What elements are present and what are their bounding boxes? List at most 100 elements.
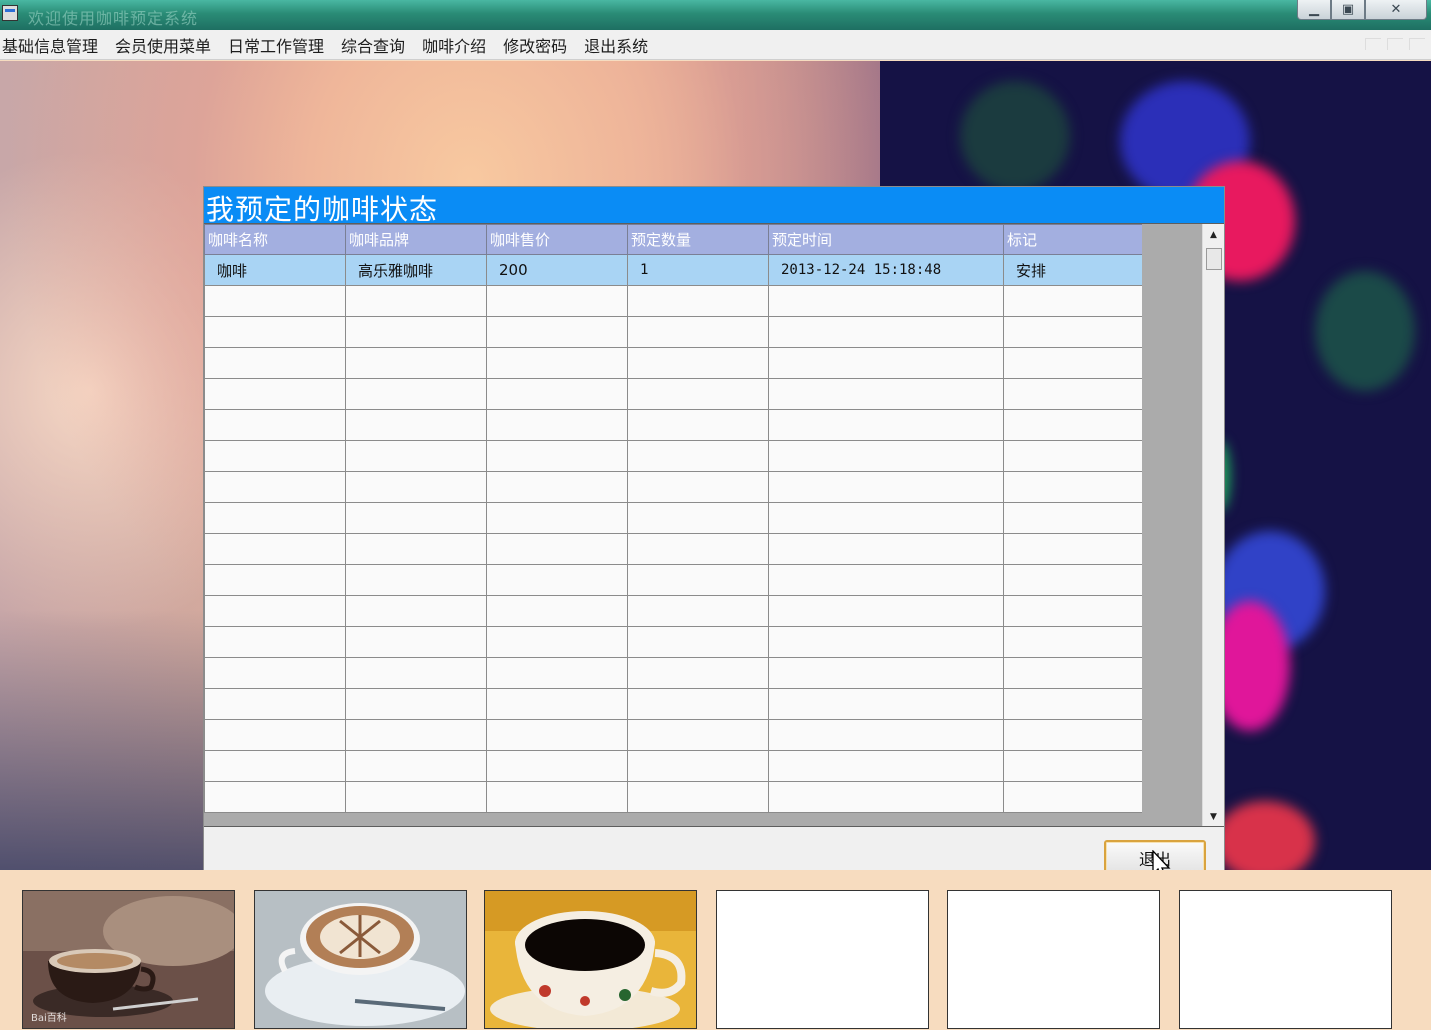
table-cell-empty[interactable] — [345, 719, 487, 751]
table-cell-empty[interactable] — [204, 626, 346, 658]
table-cell-empty[interactable] — [204, 781, 346, 813]
table-cell-empty[interactable] — [345, 781, 487, 813]
table-cell-empty[interactable] — [204, 719, 346, 751]
reservation-grid[interactable]: 咖啡名称 咖啡品牌 咖啡售价 预定数量 预定时间 标记 咖啡 高乐雅咖啡 200… — [204, 223, 1224, 827]
cell-mark[interactable]: 安排 — [1003, 254, 1143, 286]
table-cell-empty[interactable] — [345, 409, 487, 441]
column-header-brand[interactable]: 咖啡品牌 — [345, 224, 487, 255]
table-cell-empty[interactable] — [486, 440, 628, 472]
table-cell-empty[interactable] — [1003, 564, 1143, 596]
latte-art-photo[interactable] — [254, 890, 467, 1029]
table-cell-empty[interactable] — [627, 409, 769, 441]
column-header-price[interactable]: 咖啡售价 — [486, 224, 628, 255]
coffee-cup-photo[interactable]: Bai百科 — [22, 890, 235, 1029]
table-cell-empty[interactable] — [486, 688, 628, 720]
table-row-empty[interactable] — [204, 378, 1143, 410]
table-cell-empty[interactable] — [768, 378, 1004, 410]
table-cell-empty[interactable] — [345, 378, 487, 410]
close-button[interactable]: ✕ — [1365, 0, 1427, 20]
table-cell-empty[interactable] — [486, 719, 628, 751]
table-cell-empty[interactable] — [627, 564, 769, 596]
table-cell-empty[interactable] — [486, 626, 628, 658]
vertical-scrollbar[interactable]: ▲ ▼ — [1202, 224, 1224, 826]
table-row-empty[interactable] — [204, 285, 1143, 317]
menu-exit-system[interactable]: 退出系统 — [584, 33, 656, 57]
column-header-quantity[interactable]: 预定数量 — [627, 224, 769, 255]
table-cell-empty[interactable] — [204, 657, 346, 689]
table-cell-empty[interactable] — [486, 409, 628, 441]
table-cell-empty[interactable] — [345, 564, 487, 596]
table-row-empty[interactable] — [204, 409, 1143, 441]
table-cell-empty[interactable] — [1003, 533, 1143, 565]
maximize-button[interactable]: ▣ — [1331, 0, 1365, 20]
table-cell-empty[interactable] — [768, 564, 1004, 596]
table-cell-empty[interactable] — [1003, 688, 1143, 720]
table-cell-empty[interactable] — [345, 347, 487, 379]
table-cell-empty[interactable] — [204, 471, 346, 503]
table-cell-empty[interactable] — [627, 657, 769, 689]
table-row-empty[interactable] — [204, 502, 1143, 534]
table-cell-empty[interactable] — [345, 750, 487, 782]
column-header-name[interactable]: 咖啡名称 — [204, 224, 346, 255]
table-cell-empty[interactable] — [768, 595, 1004, 627]
table-row-empty[interactable] — [204, 440, 1143, 472]
table-cell-empty[interactable] — [768, 316, 1004, 348]
table-cell-empty[interactable] — [345, 688, 487, 720]
table-cell-empty[interactable] — [204, 750, 346, 782]
app-icon[interactable] — [2, 5, 18, 21]
scroll-up-icon[interactable]: ▲ — [1204, 226, 1223, 244]
table-row-empty[interactable] — [204, 316, 1143, 348]
cell-reserve-time[interactable]: 2013-12-24 15:18:48 — [768, 254, 1004, 286]
table-cell-empty[interactable] — [204, 440, 346, 472]
table-row-empty[interactable] — [204, 719, 1143, 751]
table-cell-empty[interactable] — [204, 378, 346, 410]
table-cell-empty[interactable] — [345, 595, 487, 627]
column-header-time[interactable]: 预定时间 — [768, 224, 1004, 255]
mdi-restore-icon[interactable] — [1387, 38, 1403, 50]
column-header-mark[interactable]: 标记 — [1003, 224, 1143, 255]
table-row-empty[interactable] — [204, 657, 1143, 689]
menu-query[interactable]: 综合查询 — [341, 33, 413, 57]
table-cell-empty[interactable] — [1003, 347, 1143, 379]
table-cell-empty[interactable] — [627, 316, 769, 348]
table-row-empty[interactable] — [204, 533, 1143, 565]
table-cell-empty[interactable] — [204, 688, 346, 720]
table-cell-empty[interactable] — [345, 471, 487, 503]
table-cell-empty[interactable] — [1003, 378, 1143, 410]
table-cell-empty[interactable] — [345, 502, 487, 534]
table-cell-empty[interactable] — [486, 502, 628, 534]
table-cell-empty[interactable] — [627, 595, 769, 627]
table-cell-empty[interactable] — [1003, 502, 1143, 534]
table-cell-empty[interactable] — [1003, 316, 1143, 348]
table-cell-empty[interactable] — [768, 719, 1004, 751]
table-cell-empty[interactable] — [768, 471, 1004, 503]
cell-coffee-brand[interactable]: 高乐雅咖啡 — [345, 254, 487, 286]
menu-member[interactable]: 会员使用菜单 — [115, 33, 219, 57]
menu-coffee-intro[interactable]: 咖啡介绍 — [422, 33, 494, 57]
cell-quantity[interactable]: 1 — [627, 254, 769, 286]
table-row-empty[interactable] — [204, 471, 1143, 503]
table-cell-empty[interactable] — [1003, 750, 1143, 782]
table-cell-empty[interactable] — [768, 440, 1004, 472]
mdi-close-icon[interactable] — [1409, 38, 1425, 50]
table-cell-empty[interactable] — [627, 347, 769, 379]
table-cell-empty[interactable] — [486, 657, 628, 689]
table-row-empty[interactable] — [204, 564, 1143, 596]
table-cell-empty[interactable] — [486, 378, 628, 410]
table-cell-empty[interactable] — [1003, 471, 1143, 503]
scroll-thumb[interactable] — [1206, 248, 1222, 270]
table-cell-empty[interactable] — [627, 781, 769, 813]
table-cell-empty[interactable] — [486, 316, 628, 348]
table-cell-empty[interactable] — [204, 564, 346, 596]
empty-thumbnail[interactable] — [1179, 890, 1392, 1029]
table-row[interactable]: 咖啡 高乐雅咖啡 200 1 2013-12-24 15:18:48 安排 — [204, 254, 1143, 286]
table-cell-empty[interactable] — [486, 781, 628, 813]
table-cell-empty[interactable] — [345, 440, 487, 472]
table-cell-empty[interactable] — [345, 533, 487, 565]
table-cell-empty[interactable] — [1003, 595, 1143, 627]
table-cell-empty[interactable] — [768, 657, 1004, 689]
table-cell-empty[interactable] — [204, 409, 346, 441]
menu-daily-work[interactable]: 日常工作管理 — [228, 33, 332, 57]
table-cell-empty[interactable] — [768, 533, 1004, 565]
table-cell-empty[interactable] — [768, 626, 1004, 658]
